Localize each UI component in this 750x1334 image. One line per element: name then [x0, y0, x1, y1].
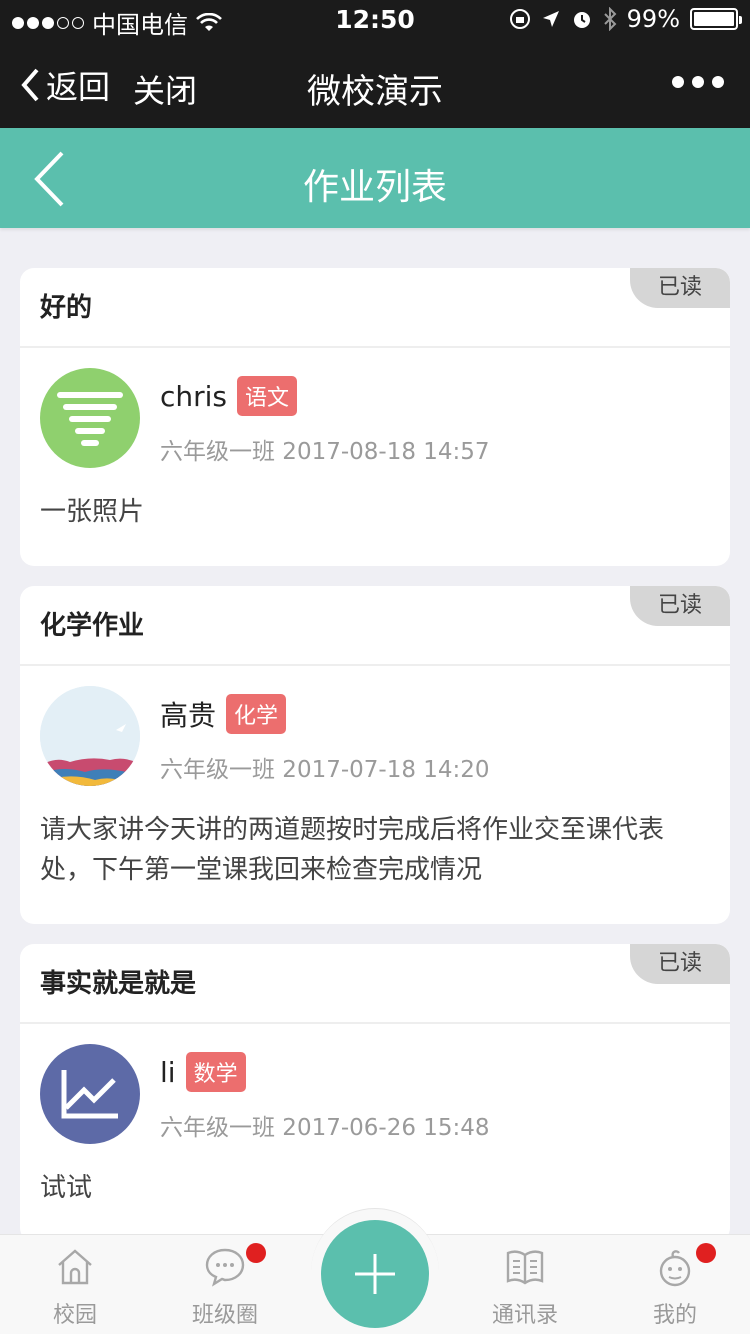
bluetooth-icon — [603, 7, 617, 31]
add-button[interactable] — [321, 1220, 429, 1328]
page-title: 微校演示 — [307, 72, 443, 112]
wechat-nav-bar: 返回 关闭 微校演示 — [0, 40, 750, 128]
book-icon — [506, 1250, 544, 1285]
subject-tag: 化学 — [226, 694, 287, 734]
more-options-button[interactable] — [672, 76, 724, 88]
tab-class-circle[interactable]: 班级圈 — [150, 1235, 300, 1334]
homework-content: 一张照片 — [40, 497, 145, 527]
chat-bubble-icon — [205, 1248, 245, 1287]
class-and-time: 六年级一班 2017-06-26 15:48 — [160, 1115, 490, 1141]
tab-label: 通讯录 — [491, 1303, 558, 1328]
alarm-icon — [573, 12, 590, 28]
class-and-time: 六年级一班 2017-07-18 14:20 — [160, 757, 490, 783]
tab-mine[interactable]: 我的 — [600, 1235, 750, 1334]
subject-tag: 数学 — [185, 1052, 246, 1092]
tab-label: 我的 — [652, 1303, 697, 1328]
homework-card[interactable]: 化学作业 已读 高贵 化学 六年级一班 2017-07-18 14:20 请大家… — [20, 586, 730, 924]
funnel-icon — [57, 392, 123, 446]
tab-campus[interactable]: 校园 — [0, 1235, 150, 1334]
read-status-badge: 已读 — [630, 944, 730, 984]
tab-label: 班级圈 — [191, 1303, 258, 1328]
app-header: 作业列表 — [0, 128, 750, 228]
more-dot-icon — [672, 76, 684, 88]
location-icon — [542, 11, 559, 27]
author-name: chris — [160, 379, 228, 413]
more-dot-icon — [712, 76, 724, 88]
status-bar: 中国电信 12:50 99% — [0, 0, 750, 40]
author-name: li — [160, 1055, 176, 1089]
plus-icon — [355, 1254, 395, 1294]
avatar — [40, 686, 140, 786]
author-name: 高贵 — [160, 699, 217, 732]
avatar — [40, 1044, 140, 1144]
more-dot-icon — [692, 76, 704, 88]
read-status-badge: 已读 — [630, 586, 730, 626]
homework-title: 事实就是就是 — [20, 944, 730, 1024]
homework-title: 好的 — [20, 268, 730, 348]
notification-badge — [246, 1243, 266, 1263]
homework-card[interactable]: 好的 已读 chris 语文 六年级一班 2017-08-18 14:57 一张… — [20, 268, 730, 566]
homework-title: 化学作业 — [20, 586, 730, 666]
homework-list: 好的 已读 chris 语文 六年级一班 2017-08-18 14:57 一张… — [20, 268, 730, 1262]
user-icon — [659, 1250, 691, 1287]
battery-percent: 99% — [626, 5, 680, 33]
homework-content: 请大家讲今天讲的两道题按时完成后将作业交至课代表处，下午第一堂课我回来检查完成情… — [40, 815, 665, 885]
line-chart-icon — [61, 1070, 118, 1119]
read-status-badge: 已读 — [630, 268, 730, 308]
subject-tag: 语文 — [237, 376, 298, 416]
rotation-lock-icon — [509, 9, 530, 29]
avatar — [40, 368, 140, 468]
homework-card[interactable]: 事实就是就是 已读 li 数学 六年级一班 2017-06-26 15:48 试… — [20, 944, 730, 1242]
tab-contacts[interactable]: 通讯录 — [450, 1235, 600, 1334]
notification-badge — [696, 1243, 716, 1263]
battery-icon — [690, 8, 742, 30]
class-and-time: 六年级一班 2017-08-18 14:57 — [160, 439, 490, 465]
header-title: 作业列表 — [302, 167, 447, 208]
tab-label: 校园 — [52, 1303, 97, 1328]
home-icon — [58, 1249, 92, 1285]
landscape-photo-icon — [40, 686, 140, 786]
system-indicators: 99% — [509, 5, 742, 33]
